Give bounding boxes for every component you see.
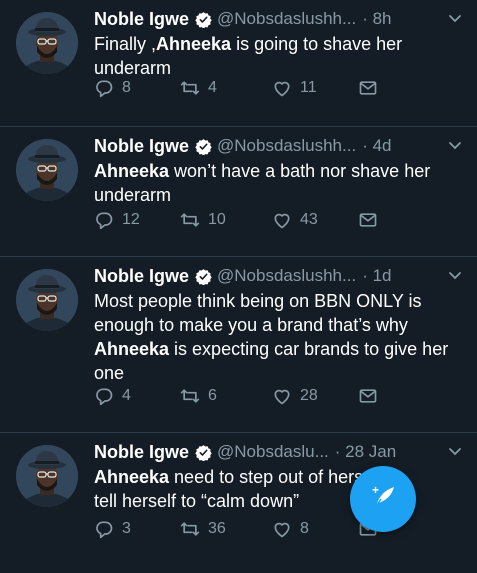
author-handle[interactable]: @Nobsdaslushh...: [217, 266, 356, 286]
reply-button[interactable]: 4: [94, 386, 131, 406]
reply-count: 4: [122, 387, 131, 404]
author-handle[interactable]: @Nobsdaslushh...: [217, 9, 356, 29]
avatar[interactable]: [16, 12, 78, 74]
heart-icon: [272, 519, 292, 539]
like-button[interactable]: 8: [272, 519, 309, 539]
heart-icon: [272, 210, 292, 230]
tweet-header: Noble Igwe @Nobsdaslu... · 28 Jan: [94, 441, 463, 463]
avatar[interactable]: [16, 445, 78, 507]
mention-text[interactable]: Ahneeka: [94, 161, 169, 181]
reply-icon: [94, 78, 114, 98]
tweet[interactable]: Noble Igwe @Nobsdaslushh... · 1d Most pe…: [0, 257, 477, 433]
retweet-count: 4: [208, 79, 217, 96]
retweet-count: 6: [208, 387, 217, 404]
chevron-down-icon[interactable]: [447, 443, 463, 459]
tweet-header: Noble Igwe @Nobsdaslushh... · 1d: [94, 265, 463, 287]
retweet-icon: [180, 386, 200, 406]
tweet-text: Most people think being on BBN ONLY is e…: [94, 289, 463, 385]
mention-text[interactable]: Ahneeka: [94, 339, 169, 359]
dm-button[interactable]: [358, 78, 378, 98]
envelope-icon: [358, 78, 378, 98]
verified-badge-icon: [195, 138, 212, 156]
retweet-icon: [180, 78, 200, 98]
retweet-count: 10: [208, 211, 226, 228]
retweet-button[interactable]: 10: [180, 210, 226, 230]
body-text: tell herself to “calm down”: [94, 491, 300, 511]
tweet-time[interactable]: · 4d: [362, 136, 391, 156]
dm-button[interactable]: [358, 386, 378, 406]
like-count: 28: [300, 387, 318, 404]
tweet-text: Ahneeka won’t have a bath nor shave her …: [94, 159, 463, 207]
like-button[interactable]: 28: [272, 386, 318, 406]
chevron-down-icon[interactable]: [447, 10, 463, 26]
chevron-down-icon[interactable]: [447, 137, 463, 153]
tweet-content: Noble Igwe @Nobsdaslushh... · 1d Most pe…: [94, 265, 463, 385]
avatar[interactable]: [16, 269, 78, 331]
like-button[interactable]: 11: [272, 78, 317, 98]
heart-icon: [272, 78, 292, 98]
heart-icon: [272, 386, 292, 406]
retweet-icon: [180, 519, 200, 539]
reply-button[interactable]: 3: [94, 519, 131, 539]
reply-icon: [94, 386, 114, 406]
verified-badge-icon: [195, 11, 212, 29]
compose-tweet-icon: +: [367, 481, 399, 518]
like-count: 43: [300, 211, 318, 228]
tweet-time[interactable]: · 28 Jan: [335, 442, 396, 462]
retweet-button[interactable]: 6: [180, 386, 217, 406]
tweet-header: Noble Igwe @Nobsdaslushh... · 8h: [94, 8, 463, 30]
author-name[interactable]: Noble Igwe: [94, 442, 189, 463]
tweet-text: Finally ,Ahneeka is going to shave her u…: [94, 32, 463, 80]
body-text: Most people think being on BBN ONLY is e…: [94, 291, 422, 335]
author-handle[interactable]: @Nobsdaslushh...: [217, 136, 356, 156]
mention-text[interactable]: Ahneeka: [156, 34, 231, 54]
retweet-icon: [180, 210, 200, 230]
envelope-icon: [358, 386, 378, 406]
like-count: 11: [300, 79, 317, 96]
author-name[interactable]: Noble Igwe: [94, 266, 189, 287]
reply-button[interactable]: 8: [94, 78, 131, 98]
avatar[interactable]: [16, 139, 78, 201]
tweet-header: Noble Igwe @Nobsdaslushh... · 4d: [94, 135, 463, 157]
verified-badge-icon: [195, 444, 212, 462]
retweet-button[interactable]: 4: [180, 78, 217, 98]
tweet-content: Noble Igwe @Nobsdaslushh... · 4d Ahneeka…: [94, 135, 463, 207]
reply-count: 3: [122, 520, 131, 537]
body-text: Finally ,: [94, 34, 157, 54]
retweet-count: 36: [208, 520, 226, 537]
tweet-time[interactable]: · 1d: [362, 266, 391, 286]
author-name[interactable]: Noble Igwe: [94, 136, 189, 157]
reply-icon: [94, 519, 114, 539]
author-name[interactable]: Noble Igwe: [94, 9, 189, 30]
reply-icon: [94, 210, 114, 230]
svg-text:+: +: [372, 483, 379, 497]
retweet-button[interactable]: 36: [180, 519, 226, 539]
reply-count: 12: [122, 211, 140, 228]
tweet-time[interactable]: · 8h: [362, 9, 391, 29]
tweet-content: Noble Igwe @Nobsdaslushh... · 8h Finally…: [94, 8, 463, 80]
reply-count: 8: [122, 79, 131, 96]
tweet[interactable]: Noble Igwe @Nobsdaslushh... · 8h Finally…: [0, 0, 477, 127]
reply-button[interactable]: 12: [94, 210, 140, 230]
envelope-icon: [358, 210, 378, 230]
compose-tweet-button[interactable]: +: [350, 466, 416, 532]
chevron-down-icon[interactable]: [447, 267, 463, 283]
author-handle[interactable]: @Nobsdaslu...: [217, 442, 329, 462]
dm-button[interactable]: [358, 210, 378, 230]
verified-badge-icon: [195, 268, 212, 286]
mention-text[interactable]: Ahneeka: [94, 467, 169, 487]
like-button[interactable]: 43: [272, 210, 318, 230]
body-text: need to step out of hers: [169, 467, 364, 487]
like-count: 8: [300, 520, 309, 537]
tweet[interactable]: Noble Igwe @Nobsdaslushh... · 4d Ahneeka…: [0, 127, 477, 257]
